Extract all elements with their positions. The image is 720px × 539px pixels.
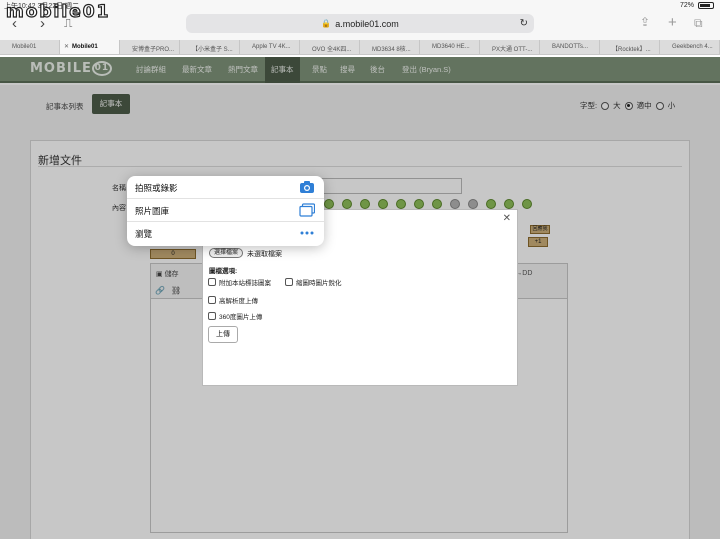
status-bar-right: 72% [680,2,714,9]
bookmarks-icon[interactable]: ⎍ [64,16,72,31]
url-text: a.mobile01.com [335,18,399,29]
menu-item-browse[interactable]: 瀏覽 [127,222,324,245]
new-tab-icon[interactable]: + [668,14,677,31]
reload-icon[interactable]: ↻ [520,18,528,29]
checkbox[interactable] [208,296,216,304]
close-icon[interactable]: ✕ [503,213,511,224]
watermark-logo: mobile01 [5,1,111,22]
address-bar[interactable]: 🔒 a.mobile01.com ↻ [186,14,534,33]
checkbox[interactable] [208,312,216,320]
tabs-overview-icon[interactable]: ⧉ [694,16,703,31]
tab-0[interactable]: Mobile01 [0,40,60,54]
choose-file-button[interactable]: 選擇檔案 [209,248,244,258]
menu-item-photo-library[interactable]: 照片圖庫 [127,199,324,222]
tab-5[interactable]: OVO 全4K四... [300,40,360,54]
option-360[interactable]: 360度圖片上傳 [208,311,262,321]
no-file-text: 未選取檔案 [247,251,282,258]
tab-11[interactable]: Geekbench 4... [660,40,720,54]
close-tab-icon[interactable]: ✕ [64,43,69,50]
tab-7[interactable]: MD3640 HE... [420,40,480,54]
tab-1-active[interactable]: ✕ Mobile01 [60,40,120,54]
tab-6[interactable]: MD3634 8核... [360,40,420,54]
battery-icon [698,2,714,9]
option-hires[interactable]: 高解析度上傳 [208,295,258,305]
tab-bar: Mobile01 ✕ Mobile01 安博盒子PRO... 【小米盒子 S...… [0,40,720,55]
tab-2[interactable]: 安博盒子PRO... [120,40,180,54]
camera-icon [300,181,314,193]
checkbox[interactable] [285,278,293,286]
image-options-title: 圖檔選項: [209,268,238,275]
option-sharpen[interactable]: 縮圖時圖片銳化 [285,277,342,287]
back-icon[interactable]: ‹ [12,15,17,32]
share-icon[interactable]: ⇪ [640,15,650,29]
forward-icon[interactable]: › [40,15,45,32]
option-watermark[interactable]: 附加本站標誌圖案 [208,277,271,287]
tab-10[interactable]: 【Rocktek】... [600,40,660,54]
tab-9[interactable]: BANDOTTs... [540,40,600,54]
tab-3[interactable]: 【小米盒子 S... [180,40,240,54]
battery-percent: 72% [679,2,694,9]
menu-item-take-photo[interactable]: 拍照或錄影 [127,176,324,199]
tab-8[interactable]: PX大通 OTT-... [480,40,540,54]
more-icon [300,231,314,235]
upload-button[interactable]: 上傳 [208,326,238,343]
photo-library-icon [299,203,315,217]
browser-chrome: 上午10:42 3月22日 週二 mobile01 72% ‹ › ⎍ 🔒 a.… [0,0,720,40]
lock-icon: 🔒 [321,19,332,28]
tab-4[interactable]: Apple TV 4K... [240,40,300,54]
checkbox[interactable] [208,278,216,286]
file-source-menu: 拍照或錄影 照片圖庫 瀏覽 [127,176,324,246]
